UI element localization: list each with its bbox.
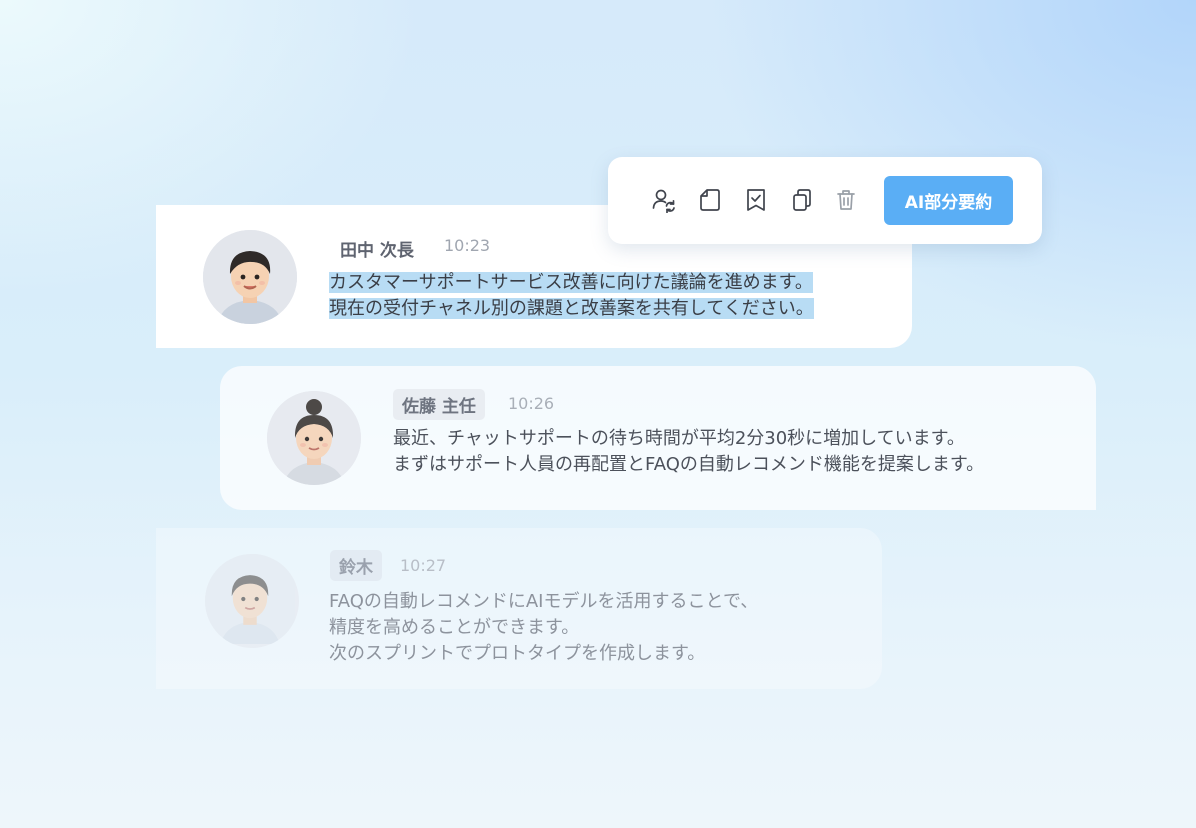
message-line: 最近、チャットサポートの待ち時間が平均2分30秒に増加しています。 — [393, 428, 965, 449]
sender-name: 鈴木 — [330, 550, 382, 581]
sender-name: 佐藤 主任 — [393, 389, 485, 420]
message-card-sato[interactable]: 佐藤 主任 10:26 最近、チャットサポートの待ち時間が平均2分30秒に増加し… — [220, 366, 1096, 510]
avatar — [203, 230, 297, 324]
bookmark-check-icon[interactable] — [741, 185, 771, 215]
selection-toolbar: AI部分要約 — [608, 157, 1042, 244]
selected-text-line[interactable]: 現在の受付チャネル別の課題と改善案を共有してください。 — [329, 298, 814, 319]
avatar — [205, 554, 299, 648]
message-text[interactable]: カスタマーサポートサービス改善に向けた議論を進めます。 現在の受付チャネル別の課… — [329, 270, 814, 322]
message-text[interactable]: FAQの自動レコメンドにAIモデルを活用することで、 精度を高めることができます… — [329, 589, 758, 667]
ai-partial-summary-button[interactable]: AI部分要約 — [884, 176, 1013, 225]
message-timestamp: 10:26 — [508, 394, 555, 413]
document-icon[interactable] — [695, 185, 725, 215]
avatar — [267, 391, 361, 485]
message-line: 次のスプリントでプロトタイプを作成します。 — [329, 643, 706, 664]
message-line: まずはサポート人員の再配置とFAQの自動レコメンド機能を提案します。 — [393, 454, 985, 475]
user-switch-icon[interactable] — [649, 185, 679, 215]
message-timestamp: 10:23 — [444, 236, 491, 255]
selected-text-line[interactable]: カスタマーサポートサービス改善に向けた議論を進めます。 — [329, 272, 813, 293]
trash-icon[interactable] — [831, 185, 861, 215]
message-text[interactable]: 最近、チャットサポートの待ち時間が平均2分30秒に増加しています。 まずはサポー… — [393, 426, 984, 478]
message-card-suzuki[interactable]: 鈴木 10:27 FAQの自動レコメンドにAIモデルを活用することで、 精度を高… — [156, 528, 882, 689]
message-timestamp: 10:27 — [400, 556, 447, 575]
copy-icon[interactable] — [787, 185, 817, 215]
message-line: 精度を高めることができます。 — [329, 617, 580, 638]
sender-name: 田中 次長 — [340, 241, 414, 261]
message-line: FAQの自動レコメンドにAIモデルを活用することで、 — [329, 591, 759, 612]
